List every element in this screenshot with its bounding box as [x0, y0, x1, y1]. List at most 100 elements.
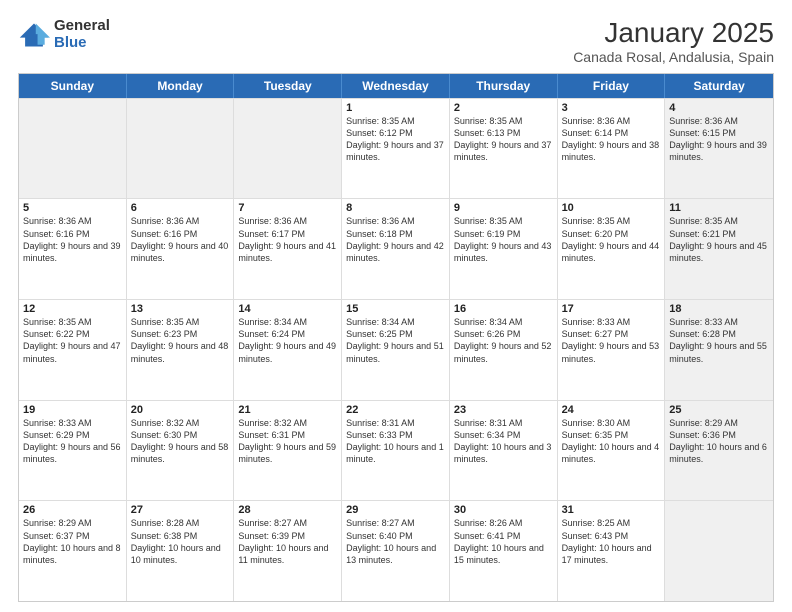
calendar-cell-8: 8Sunrise: 8:36 AM Sunset: 6:18 PM Daylig… — [342, 199, 450, 299]
calendar-cell-17: 17Sunrise: 8:33 AM Sunset: 6:27 PM Dayli… — [558, 300, 666, 400]
logo-general-text: General — [54, 18, 110, 35]
day-number: 23 — [454, 404, 553, 416]
calendar-cell-10: 10Sunrise: 8:35 AM Sunset: 6:20 PM Dayli… — [558, 199, 666, 299]
cell-text: Sunrise: 8:29 AM Sunset: 6:36 PM Dayligh… — [669, 417, 769, 466]
day-number: 17 — [562, 303, 661, 315]
calendar-cell-24: 24Sunrise: 8:30 AM Sunset: 6:35 PM Dayli… — [558, 401, 666, 501]
calendar-cell-15: 15Sunrise: 8:34 AM Sunset: 6:25 PM Dayli… — [342, 300, 450, 400]
calendar-cell-2: 2Sunrise: 8:35 AM Sunset: 6:13 PM Daylig… — [450, 99, 558, 199]
calendar-cell-16: 16Sunrise: 8:34 AM Sunset: 6:26 PM Dayli… — [450, 300, 558, 400]
calendar-row-2: 12Sunrise: 8:35 AM Sunset: 6:22 PM Dayli… — [19, 299, 773, 400]
cell-text: Sunrise: 8:35 AM Sunset: 6:13 PM Dayligh… — [454, 115, 553, 164]
calendar-cell-19: 19Sunrise: 8:33 AM Sunset: 6:29 PM Dayli… — [19, 401, 127, 501]
day-number: 28 — [238, 504, 337, 516]
calendar-cell-9: 9Sunrise: 8:35 AM Sunset: 6:19 PM Daylig… — [450, 199, 558, 299]
cell-text: Sunrise: 8:35 AM Sunset: 6:12 PM Dayligh… — [346, 115, 445, 164]
calendar-cell-22: 22Sunrise: 8:31 AM Sunset: 6:33 PM Dayli… — [342, 401, 450, 501]
cell-text: Sunrise: 8:31 AM Sunset: 6:33 PM Dayligh… — [346, 417, 445, 466]
cell-text: Sunrise: 8:28 AM Sunset: 6:38 PM Dayligh… — [131, 517, 230, 566]
day-number: 11 — [669, 202, 769, 214]
calendar-cell-5: 5Sunrise: 8:36 AM Sunset: 6:16 PM Daylig… — [19, 199, 127, 299]
calendar: SundayMondayTuesdayWednesdayThursdayFrid… — [18, 73, 774, 602]
day-header-thursday: Thursday — [450, 74, 558, 98]
cell-text: Sunrise: 8:33 AM Sunset: 6:28 PM Dayligh… — [669, 316, 769, 365]
calendar-cell-7: 7Sunrise: 8:36 AM Sunset: 6:17 PM Daylig… — [234, 199, 342, 299]
day-number: 8 — [346, 202, 445, 214]
day-number: 14 — [238, 303, 337, 315]
day-header-friday: Friday — [558, 74, 666, 98]
calendar-cell-6: 6Sunrise: 8:36 AM Sunset: 6:16 PM Daylig… — [127, 199, 235, 299]
calendar-cell-31: 31Sunrise: 8:25 AM Sunset: 6:43 PM Dayli… — [558, 501, 666, 601]
cell-text: Sunrise: 8:33 AM Sunset: 6:27 PM Dayligh… — [562, 316, 661, 365]
day-number: 4 — [669, 102, 769, 114]
header: General Blue January 2025 Canada Rosal, … — [18, 18, 774, 65]
day-header-sunday: Sunday — [19, 74, 127, 98]
cell-text: Sunrise: 8:36 AM Sunset: 6:18 PM Dayligh… — [346, 215, 445, 264]
cell-text: Sunrise: 8:36 AM Sunset: 6:17 PM Dayligh… — [238, 215, 337, 264]
calendar-cell-11: 11Sunrise: 8:35 AM Sunset: 6:21 PM Dayli… — [665, 199, 773, 299]
day-number: 3 — [562, 102, 661, 114]
day-headers: SundayMondayTuesdayWednesdayThursdayFrid… — [19, 74, 773, 98]
cell-text: Sunrise: 8:32 AM Sunset: 6:30 PM Dayligh… — [131, 417, 230, 466]
calendar-cell-20: 20Sunrise: 8:32 AM Sunset: 6:30 PM Dayli… — [127, 401, 235, 501]
calendar-grid: 1Sunrise: 8:35 AM Sunset: 6:12 PM Daylig… — [19, 98, 773, 601]
day-number: 20 — [131, 404, 230, 416]
cell-text: Sunrise: 8:27 AM Sunset: 6:39 PM Dayligh… — [238, 517, 337, 566]
cell-text: Sunrise: 8:34 AM Sunset: 6:26 PM Dayligh… — [454, 316, 553, 365]
calendar-cell-21: 21Sunrise: 8:32 AM Sunset: 6:31 PM Dayli… — [234, 401, 342, 501]
main-title: January 2025 — [573, 18, 774, 49]
day-number: 6 — [131, 202, 230, 214]
day-number: 18 — [669, 303, 769, 315]
calendar-cell-empty-4-6 — [665, 501, 773, 601]
day-number: 9 — [454, 202, 553, 214]
day-number: 19 — [23, 404, 122, 416]
cell-text: Sunrise: 8:31 AM Sunset: 6:34 PM Dayligh… — [454, 417, 553, 466]
cell-text: Sunrise: 8:36 AM Sunset: 6:15 PM Dayligh… — [669, 115, 769, 164]
calendar-row-3: 19Sunrise: 8:33 AM Sunset: 6:29 PM Dayli… — [19, 400, 773, 501]
cell-text: Sunrise: 8:36 AM Sunset: 6:16 PM Dayligh… — [23, 215, 122, 264]
calendar-cell-27: 27Sunrise: 8:28 AM Sunset: 6:38 PM Dayli… — [127, 501, 235, 601]
calendar-cell-12: 12Sunrise: 8:35 AM Sunset: 6:22 PM Dayli… — [19, 300, 127, 400]
day-number: 2 — [454, 102, 553, 114]
title-block: January 2025 Canada Rosal, Andalusia, Sp… — [573, 18, 774, 65]
day-number: 1 — [346, 102, 445, 114]
cell-text: Sunrise: 8:35 AM Sunset: 6:23 PM Dayligh… — [131, 316, 230, 365]
day-number: 25 — [669, 404, 769, 416]
day-number: 22 — [346, 404, 445, 416]
cell-text: Sunrise: 8:35 AM Sunset: 6:22 PM Dayligh… — [23, 316, 122, 365]
cell-text: Sunrise: 8:27 AM Sunset: 6:40 PM Dayligh… — [346, 517, 445, 566]
logo-text: General Blue — [54, 18, 110, 51]
calendar-cell-empty-0-0 — [19, 99, 127, 199]
cell-text: Sunrise: 8:33 AM Sunset: 6:29 PM Dayligh… — [23, 417, 122, 466]
calendar-cell-25: 25Sunrise: 8:29 AM Sunset: 6:36 PM Dayli… — [665, 401, 773, 501]
cell-text: Sunrise: 8:36 AM Sunset: 6:16 PM Dayligh… — [131, 215, 230, 264]
day-number: 12 — [23, 303, 122, 315]
calendar-cell-empty-0-1 — [127, 99, 235, 199]
cell-text: Sunrise: 8:30 AM Sunset: 6:35 PM Dayligh… — [562, 417, 661, 466]
calendar-row-1: 5Sunrise: 8:36 AM Sunset: 6:16 PM Daylig… — [19, 198, 773, 299]
day-header-wednesday: Wednesday — [342, 74, 450, 98]
day-number: 30 — [454, 504, 553, 516]
cell-text: Sunrise: 8:35 AM Sunset: 6:20 PM Dayligh… — [562, 215, 661, 264]
cell-text: Sunrise: 8:25 AM Sunset: 6:43 PM Dayligh… — [562, 517, 661, 566]
calendar-row-0: 1Sunrise: 8:35 AM Sunset: 6:12 PM Daylig… — [19, 98, 773, 199]
day-number: 31 — [562, 504, 661, 516]
calendar-cell-26: 26Sunrise: 8:29 AM Sunset: 6:37 PM Dayli… — [19, 501, 127, 601]
calendar-cell-14: 14Sunrise: 8:34 AM Sunset: 6:24 PM Dayli… — [234, 300, 342, 400]
cell-text: Sunrise: 8:34 AM Sunset: 6:24 PM Dayligh… — [238, 316, 337, 365]
cell-text: Sunrise: 8:35 AM Sunset: 6:21 PM Dayligh… — [669, 215, 769, 264]
cell-text: Sunrise: 8:34 AM Sunset: 6:25 PM Dayligh… — [346, 316, 445, 365]
day-number: 10 — [562, 202, 661, 214]
logo: General Blue — [18, 18, 110, 51]
day-header-tuesday: Tuesday — [234, 74, 342, 98]
day-number: 24 — [562, 404, 661, 416]
day-number: 13 — [131, 303, 230, 315]
cell-text: Sunrise: 8:32 AM Sunset: 6:31 PM Dayligh… — [238, 417, 337, 466]
logo-blue-text: Blue — [54, 35, 110, 52]
calendar-cell-13: 13Sunrise: 8:35 AM Sunset: 6:23 PM Dayli… — [127, 300, 235, 400]
calendar-cell-1: 1Sunrise: 8:35 AM Sunset: 6:12 PM Daylig… — [342, 99, 450, 199]
day-number: 27 — [131, 504, 230, 516]
calendar-cell-28: 28Sunrise: 8:27 AM Sunset: 6:39 PM Dayli… — [234, 501, 342, 601]
day-number: 5 — [23, 202, 122, 214]
calendar-cell-30: 30Sunrise: 8:26 AM Sunset: 6:41 PM Dayli… — [450, 501, 558, 601]
